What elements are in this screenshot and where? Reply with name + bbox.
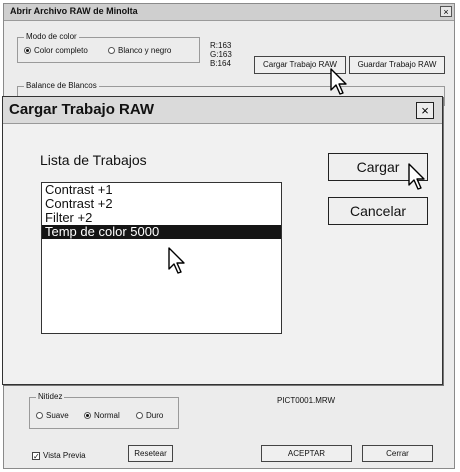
mouse-pointer-icon: [408, 163, 425, 190]
list-item[interactable]: Contrast +1: [42, 183, 281, 197]
mouse-pointer-icon: [168, 247, 185, 274]
window-close-button[interactable]: ×: [440, 6, 452, 17]
reset-button[interactable]: Resetear: [128, 445, 173, 462]
list-item[interactable]: Contrast +2: [42, 197, 281, 211]
rgb-readout-r: R:163: [210, 41, 232, 50]
job-list-label: Lista de Trabajos: [40, 152, 147, 168]
radio-selected-icon: [84, 412, 91, 419]
cancel-button[interactable]: Cancelar: [328, 197, 428, 225]
accept-button[interactable]: ACEPTAR: [261, 445, 352, 462]
window-title: Abrir Archivo RAW de Minolta: [10, 6, 138, 16]
radio-duro[interactable]: Duro: [136, 411, 163, 420]
rgb-readout-b: B:164: [210, 59, 231, 68]
radio-selected-icon: [24, 47, 31, 54]
radio-label: Normal: [94, 411, 120, 420]
radio-normal[interactable]: Normal: [84, 411, 120, 420]
radio-empty-icon: [36, 412, 43, 419]
close-button[interactable]: Cerrar: [362, 445, 433, 462]
window-titlebar: Abrir Archivo RAW de Minolta ×: [4, 4, 454, 21]
filename-label: PICT0001.MRW: [277, 396, 336, 405]
job-listbox[interactable]: Contrast +1 Contrast +2 Filter +2 Temp d…: [41, 182, 282, 334]
list-item[interactable]: Filter +2: [42, 211, 281, 225]
sharpness-legend: Nitidez: [36, 392, 65, 401]
preview-label: Vista Previa: [43, 451, 86, 460]
list-item-selected[interactable]: Temp de color 5000: [42, 225, 281, 239]
radio-label: Color completo: [34, 46, 88, 55]
radio-suave[interactable]: Suave: [36, 411, 69, 420]
radio-label: Duro: [146, 411, 164, 420]
white-balance-legend: Balance de Blancos: [24, 81, 99, 90]
dialog-close-button[interactable]: ×: [416, 102, 434, 119]
radio-label: Blanco y negro: [118, 46, 172, 55]
sharpness-group: Nitidez Suave Normal Duro: [29, 392, 179, 429]
radio-color-completo[interactable]: Color completo: [24, 46, 88, 55]
color-mode-group: Modo de color Color completo Blanco y ne…: [17, 32, 200, 63]
save-raw-job-button[interactable]: Guardar Trabajo RAW: [349, 56, 445, 74]
mouse-pointer-icon: [330, 68, 347, 95]
load-raw-job-dialog: Cargar Trabajo RAW × Lista de Trabajos C…: [2, 96, 443, 385]
dialog-title: Cargar Trabajo RAW: [9, 101, 155, 118]
dialog-titlebar: Cargar Trabajo RAW ×: [3, 97, 442, 124]
rgb-readout-g: G:163: [210, 50, 232, 59]
radio-empty-icon: [108, 47, 115, 54]
radio-label: Suave: [46, 411, 69, 420]
preview-checkbox[interactable]: ✓ Vista Previa: [32, 451, 86, 460]
color-mode-legend: Modo de color: [24, 32, 79, 41]
checkmark-icon: ✓: [32, 451, 40, 461]
radio-empty-icon: [136, 412, 143, 419]
radio-blanco-y-negro[interactable]: Blanco y negro: [108, 46, 171, 55]
